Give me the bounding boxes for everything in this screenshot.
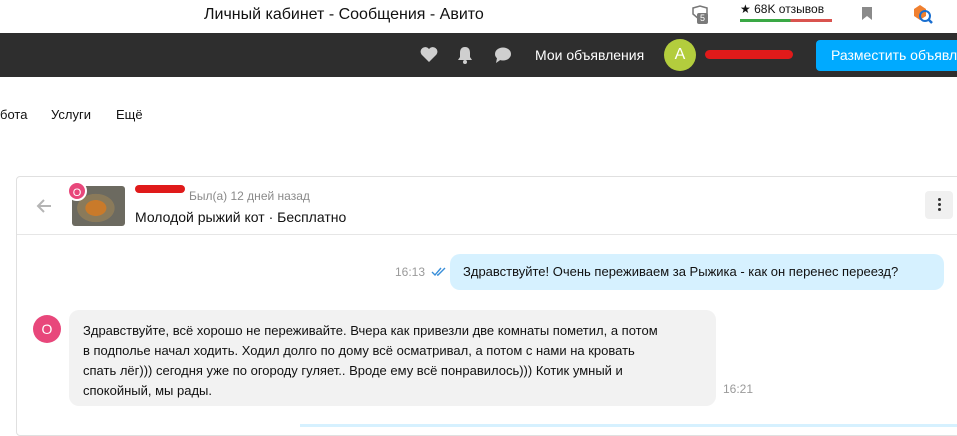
- message-time: 16:21: [723, 382, 754, 396]
- chat-icon[interactable]: [493, 45, 513, 65]
- browser-titlebar: Личный кабинет - Сообщения - Авито 5 ★ 6…: [0, 0, 957, 33]
- reviews-widget[interactable]: ★ 68K отзывов: [740, 2, 832, 22]
- incoming-message: Здравствуйте, всё хорошо не переживайте.…: [69, 310, 716, 406]
- more-options-button[interactable]: [925, 191, 953, 219]
- subnav-item-services[interactable]: Услуги: [51, 107, 91, 122]
- redacted-username: [705, 50, 793, 59]
- window-title: Личный кабинет - Сообщения - Авито: [204, 6, 484, 23]
- top-navbar: Мои объявления А Разместить объявл: [0, 33, 957, 77]
- message-line: спать лёг))) сегодня уже по огороду гуля…: [83, 363, 623, 378]
- reviews-rating-bar: [740, 19, 832, 22]
- sender-avatar: О: [33, 315, 61, 343]
- heart-icon[interactable]: [419, 45, 439, 65]
- subnav-item-work[interactable]: бота: [0, 107, 27, 122]
- back-arrow-icon[interactable]: [35, 197, 53, 215]
- search-extension-icon[interactable]: [911, 4, 933, 24]
- subnav-item-more[interactable]: Ещё: [116, 107, 143, 122]
- extension-badge: 5: [697, 13, 709, 24]
- message-line: спокойный, мы рады.: [83, 383, 212, 398]
- outgoing-message: Здравствуйте! Очень переживаем за Рыжика…: [450, 254, 944, 290]
- item-title[interactable]: Молодой рыжий кот · Бесплатно: [135, 209, 346, 225]
- kebab-dot-icon: [938, 203, 941, 206]
- bell-icon[interactable]: [455, 45, 475, 65]
- user-avatar[interactable]: А: [664, 39, 696, 71]
- kebab-dot-icon: [938, 208, 941, 211]
- double-check-icon: [431, 267, 446, 277]
- post-ad-button[interactable]: Разместить объявл: [816, 40, 957, 71]
- message-time: 16:13: [395, 265, 426, 279]
- bookmark-icon[interactable]: [862, 7, 872, 20]
- user-initial-badge: О: [67, 181, 87, 201]
- last-seen-status: Был(а) 12 дней назад: [189, 189, 310, 203]
- message-line: в подполье начал ходить. Ходил долго по …: [83, 343, 635, 358]
- my-ads-link[interactable]: Мои объявления: [535, 47, 644, 63]
- reviews-text: ★ 68K отзывов: [740, 2, 825, 16]
- chat-panel: О Был(а) 12 дней назад Молодой рыжий кот…: [16, 176, 957, 436]
- redacted-contact-name: [135, 185, 185, 193]
- chat-header: О Был(а) 12 дней назад Молодой рыжий кот…: [17, 177, 957, 235]
- message-line: Здравствуйте, всё хорошо не переживайте.…: [83, 323, 658, 338]
- kebab-dot-icon: [938, 198, 941, 201]
